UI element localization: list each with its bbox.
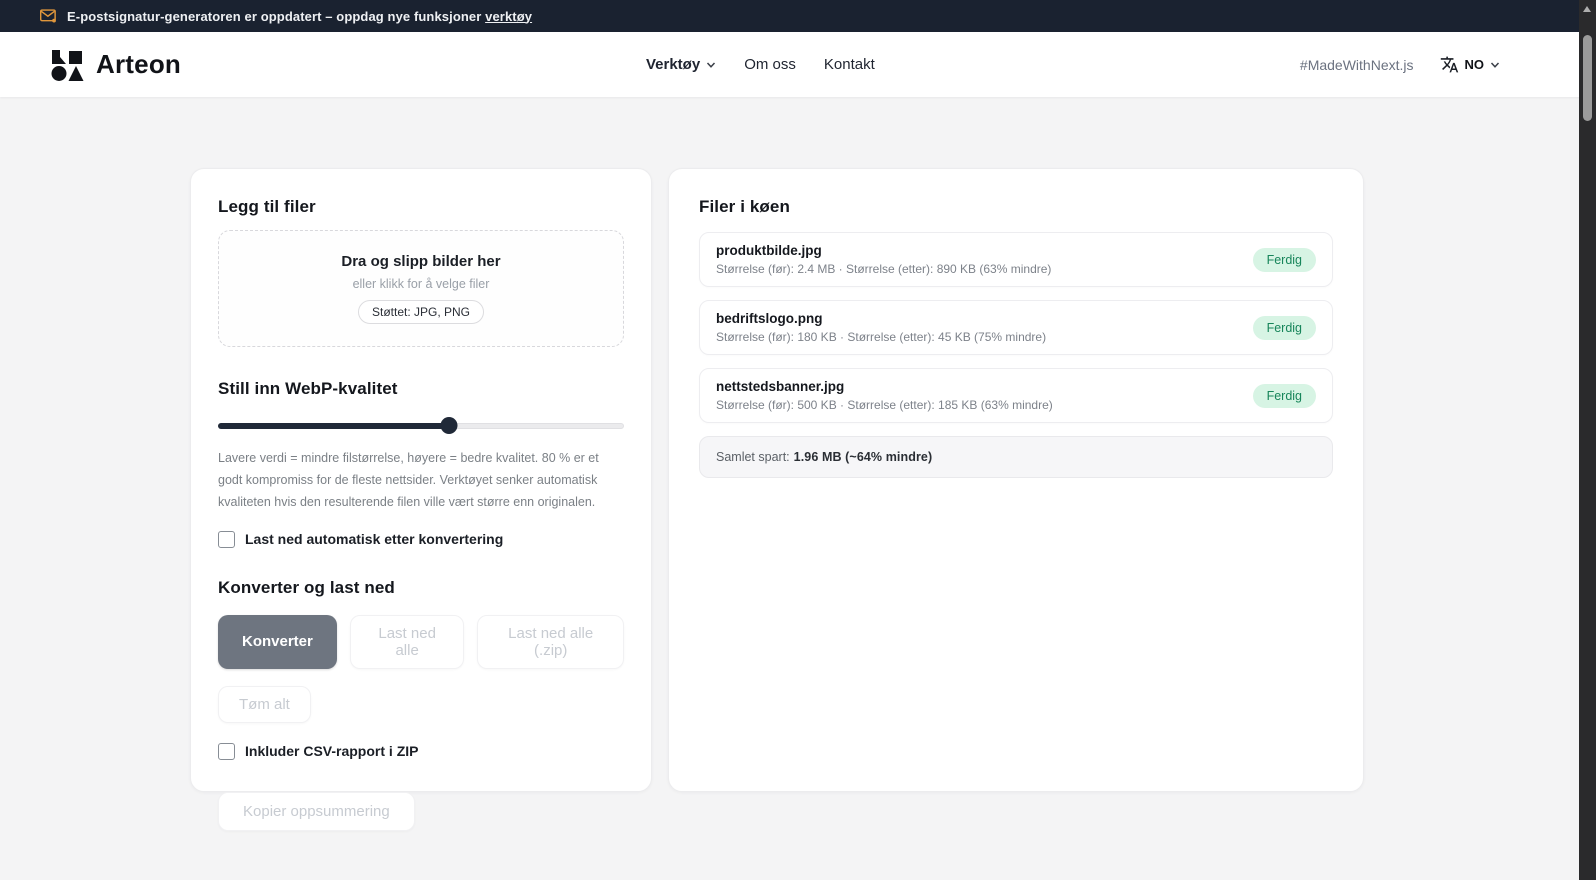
made-with-tag: #MadeWithNext.js <box>1300 57 1414 73</box>
browser-scrollbar[interactable] <box>1579 0 1596 880</box>
quality-slider-thumb[interactable] <box>441 417 458 434</box>
download-all-button[interactable]: Last ned alle <box>350 615 465 669</box>
status-badge: Ferdig <box>1253 316 1316 340</box>
banner-message: E-postsignatur-generatoren er oppdatert … <box>67 9 532 24</box>
converter-panel: Legg til filer Dra og slipp bilder her e… <box>190 168 652 792</box>
file-info: produktbilde.jpg Størrelse (før): 2.4 MB… <box>716 243 1051 276</box>
file-name: produktbilde.jpg <box>716 243 1051 258</box>
file-info: nettstedsbanner.jpg Størrelse (før): 500… <box>716 379 1053 412</box>
chevron-down-icon <box>1490 60 1500 70</box>
main-nav: Verktøy Om oss Kontakt <box>646 56 875 73</box>
language-selector[interactable]: NO <box>1440 55 1501 74</box>
queue-panel: Filer i køen produktbilde.jpg Størrelse … <box>668 168 1364 792</box>
file-row: nettstedsbanner.jpg Størrelse (før): 500… <box>699 368 1333 423</box>
add-files-title: Legg til filer <box>218 197 624 217</box>
main-content: Legg til filer Dra og slipp bilder her e… <box>0 97 1596 792</box>
copy-summary-button[interactable]: Kopier oppsummering <box>218 792 415 831</box>
file-dropzone[interactable]: Dra og slipp bilder her eller klikk for … <box>218 230 624 347</box>
auto-download-label: Last ned automatisk etter konvertering <box>245 531 503 547</box>
csv-report-label: Inkluder CSV-rapport i ZIP <box>245 743 418 759</box>
banner-verktoy-link[interactable]: verktøy <box>485 9 532 24</box>
file-name: nettstedsbanner.jpg <box>716 379 1053 394</box>
summary-label: Samlet spart: <box>716 450 790 464</box>
file-row: produktbilde.jpg Størrelse (før): 2.4 MB… <box>699 232 1333 287</box>
clear-button-row: Tøm alt <box>218 686 624 723</box>
file-list: produktbilde.jpg Størrelse (før): 2.4 MB… <box>699 232 1333 423</box>
brand-logo[interactable]: Arteon <box>50 48 181 82</box>
dropzone-title: Dra og slipp bilder her <box>341 253 500 270</box>
nav-kontakt[interactable]: Kontakt <box>824 56 875 73</box>
auto-download-checkbox-row[interactable]: Last ned automatisk etter konvertering <box>218 531 624 548</box>
auto-download-checkbox[interactable] <box>218 531 235 548</box>
file-row: bedriftslogo.png Størrelse (før): 180 KB… <box>699 300 1333 355</box>
nav-verktoy[interactable]: Verktøy <box>646 56 716 73</box>
quality-slider-fill <box>218 423 449 429</box>
download-zip-button[interactable]: Last ned alle (.zip) <box>477 615 624 669</box>
banner-text: E-postsignatur-generatoren er oppdatert … <box>67 9 481 24</box>
file-details: Størrelse (før): 180 KB · Størrelse (ett… <box>716 330 1046 344</box>
csv-report-checkbox[interactable] <box>218 743 235 760</box>
quality-description: Lavere verdi = mindre filstørrelse, høye… <box>218 448 624 514</box>
csv-checkbox-row[interactable]: Inkluder CSV-rapport i ZIP <box>218 743 624 760</box>
nav-om-oss[interactable]: Om oss <box>744 56 796 73</box>
summary-value: 1.96 MB (~64% mindre) <box>794 450 933 464</box>
arteon-logo-icon <box>50 48 86 82</box>
scrollbar-thumb[interactable] <box>1583 35 1592 121</box>
file-name: bedriftslogo.png <box>716 311 1046 326</box>
convert-button[interactable]: Konverter <box>218 615 337 669</box>
header-right: #MadeWithNext.js NO <box>1300 55 1500 74</box>
quality-title: Still inn WebP-kvalitet <box>218 379 624 399</box>
promo-banner: E-postsignatur-generatoren er oppdatert … <box>0 0 1596 32</box>
site-header: Arteon Verktøy Om oss Kontakt #MadeWithN… <box>0 32 1596 97</box>
quality-slider[interactable] <box>218 417 624 434</box>
file-details: Størrelse (før): 500 KB · Størrelse (ett… <box>716 398 1053 412</box>
file-info: bedriftslogo.png Størrelse (før): 180 KB… <box>716 311 1046 344</box>
nav-kontakt-label: Kontakt <box>824 56 875 73</box>
convert-button-row: Konverter Last ned alle Last ned alle (.… <box>218 615 624 669</box>
language-code: NO <box>1465 57 1485 72</box>
status-badge: Ferdig <box>1253 248 1316 272</box>
file-details: Størrelse (før): 2.4 MB · Størrelse (ett… <box>716 262 1051 276</box>
envelope-notification-icon <box>40 9 57 23</box>
translate-icon <box>1440 55 1459 74</box>
convert-section-title: Konverter og last ned <box>218 578 624 598</box>
clear-all-button[interactable]: Tøm alt <box>218 686 311 723</box>
dropzone-subtitle: eller klikk for å velge filer <box>353 277 490 291</box>
total-saved-summary: Samlet spart: 1.96 MB (~64% mindre) <box>699 436 1333 478</box>
queue-title: Filer i køen <box>699 197 1333 217</box>
scrollbar-up-arrow-icon[interactable] <box>1583 6 1591 12</box>
nav-verktoy-label: Verktøy <box>646 56 700 73</box>
chevron-down-icon <box>706 60 716 70</box>
status-badge: Ferdig <box>1253 384 1316 408</box>
brand-name: Arteon <box>96 49 181 80</box>
nav-om-oss-label: Om oss <box>744 56 796 73</box>
supported-formats-pill: Støttet: JPG, PNG <box>358 300 484 324</box>
